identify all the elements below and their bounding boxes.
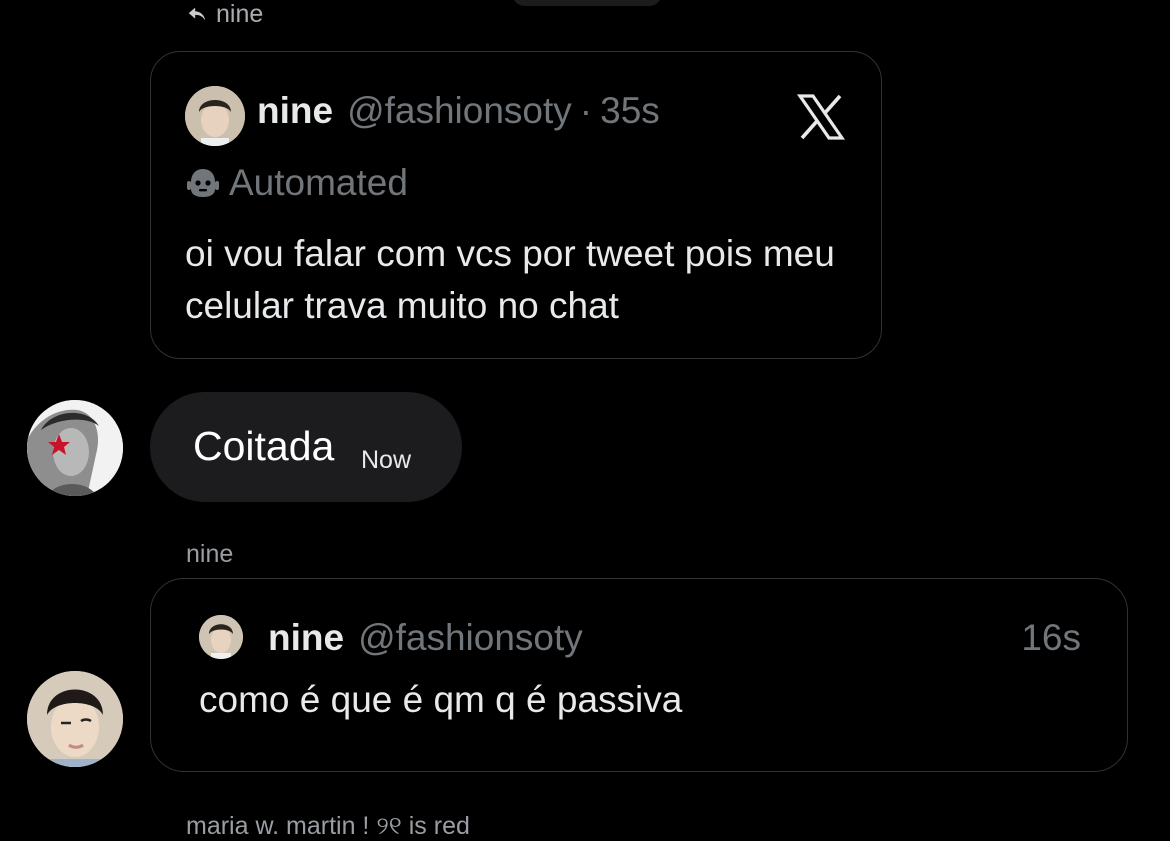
top-message-bubble-edge — [512, 0, 662, 6]
tweet-text: como é que é qm q é passiva — [199, 679, 683, 720]
tweet-author-avatar[interactable] — [185, 86, 245, 146]
tweet-author-avatar[interactable] — [199, 615, 243, 659]
sender-avatar[interactable] — [27, 400, 123, 496]
message-bubble[interactable]: Coitada Now — [150, 392, 462, 502]
sender-name-label: nine — [186, 540, 234, 568]
message-timestamp: Now — [361, 446, 412, 474]
tweet-header: nine @fashionsoty — [268, 617, 583, 659]
message-text: Coitada — [193, 423, 335, 469]
x-logo-icon — [796, 94, 846, 140]
automated-label: Automated — [229, 162, 408, 203]
tweet-author-handle[interactable]: @fashionsoty — [358, 617, 583, 659]
reply-arrow-icon — [188, 7, 206, 21]
automated-badge: Automated — [185, 162, 408, 204]
reply-label: nine — [216, 0, 264, 28]
tweet-text: oi vou falar com vcs por tweet pois meu … — [185, 233, 835, 326]
robot-icon — [187, 169, 219, 197]
tweet-author-handle[interactable]: @fashionsoty — [347, 90, 572, 132]
tweet-timestamp: 35s — [600, 90, 660, 131]
separator-dot: · — [579, 90, 593, 131]
sender-avatar-2[interactable] — [27, 671, 123, 767]
tweet-header: nine @fashionsoty · 35s — [257, 90, 660, 132]
shared-tweet-card-2[interactable]: nine @fashionsoty 16s como é que é qm q … — [150, 578, 1128, 772]
tweet-author-name[interactable]: nine — [257, 90, 333, 132]
tweet-timestamp: 16s — [1021, 617, 1081, 658]
footer-sender-label: maria w. martin ! ୨୧ is red — [186, 812, 470, 840]
shared-tweet-card[interactable]: nine @fashionsoty · 35s Automated oi vou… — [150, 51, 882, 359]
tweet-author-name[interactable]: nine — [268, 617, 344, 659]
reply-indicator: nine — [186, 0, 263, 28]
